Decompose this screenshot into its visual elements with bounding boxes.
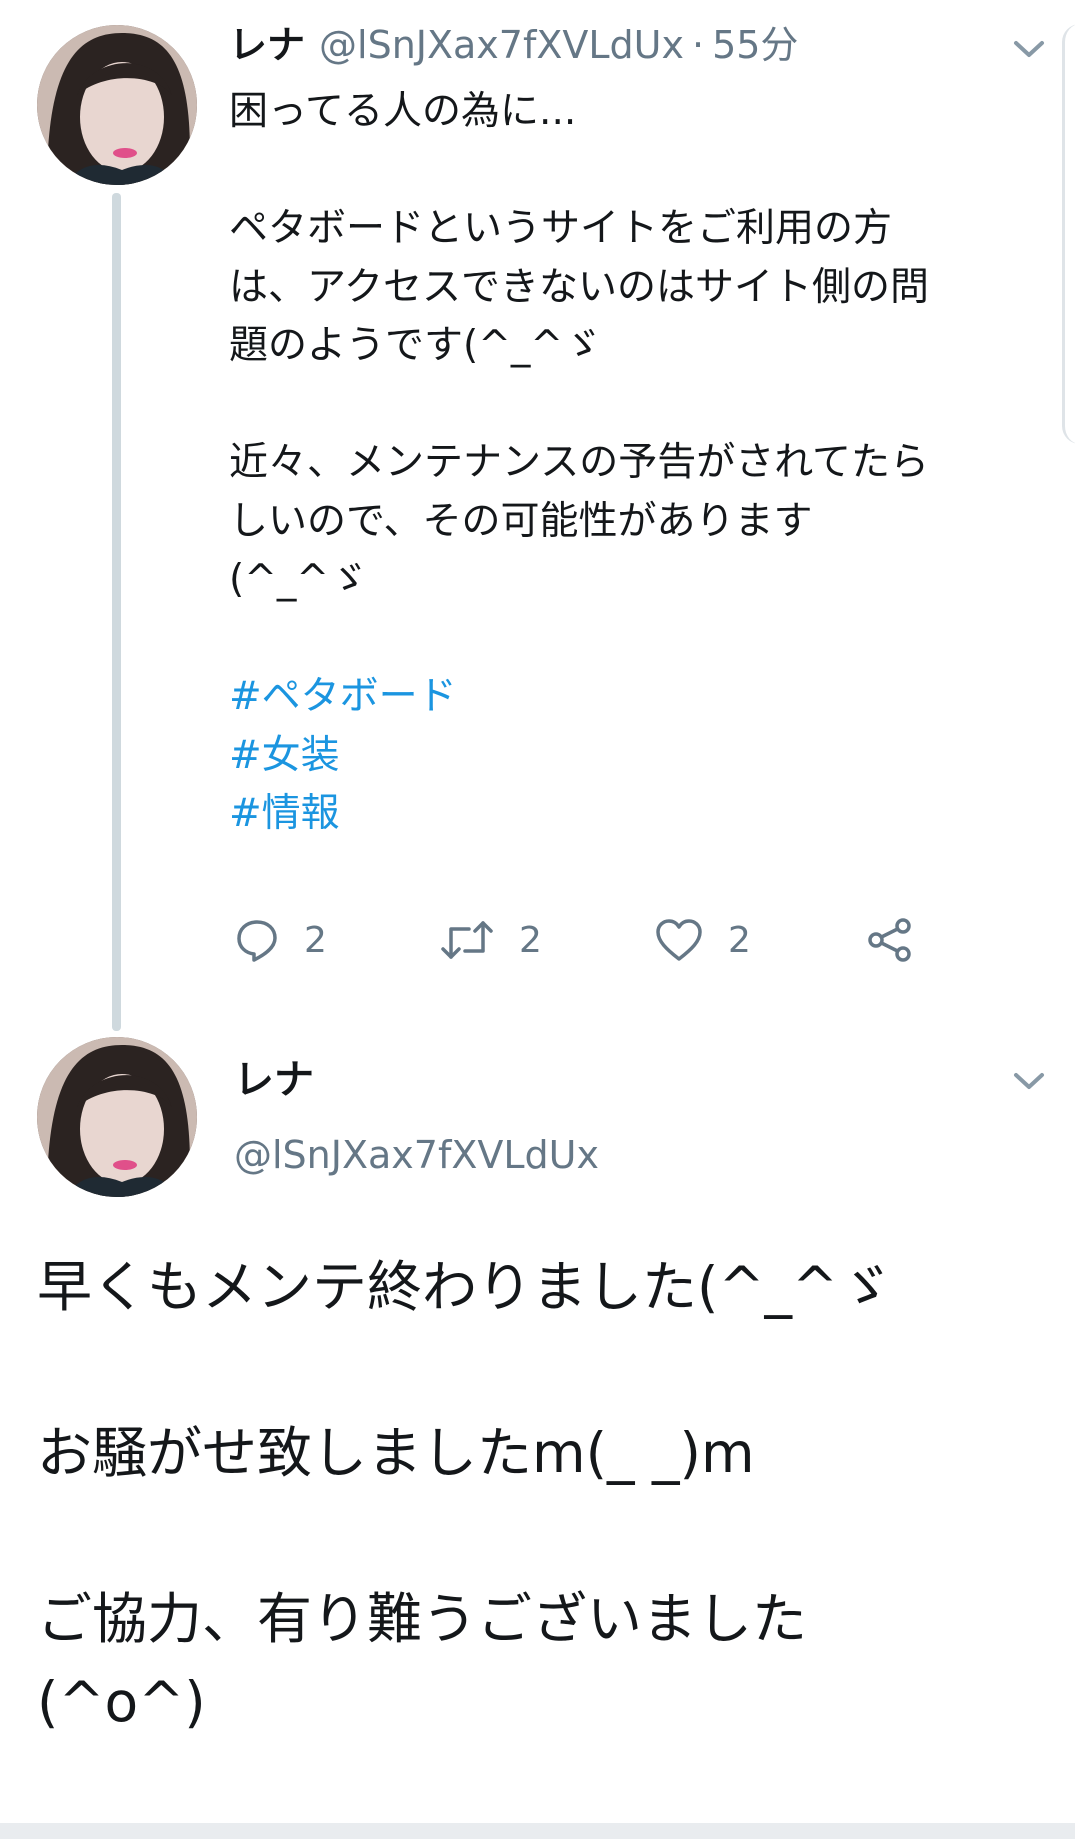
tweet-text-line: ご協力、有り難うございました — [37, 1587, 808, 1651]
retweet-button[interactable]: 2 — [439, 912, 542, 968]
display-name[interactable]: レナ — [229, 20, 305, 70]
reply-button[interactable]: 2 — [234, 912, 327, 968]
display-name[interactable]: レナ — [234, 1055, 314, 1105]
chevron-down-icon[interactable] — [1012, 38, 1046, 60]
tweet-text-line: 近々、メンテナンスの予告がされてたら — [229, 440, 930, 485]
scrollbar[interactable] — [1062, 24, 1075, 444]
timestamp[interactable]: 55分 — [712, 20, 798, 70]
avatar[interactable] — [37, 25, 197, 185]
separator-dot: · — [691, 23, 705, 67]
avatar[interactable] — [37, 1037, 197, 1197]
hashtag-link[interactable]: #女装 — [229, 727, 1029, 786]
retweet-count: 2 — [519, 919, 542, 961]
tweet-text-line: しいので、その可能性があります — [229, 498, 813, 544]
tweet-text-line: お騒がせ致しましたm(_ _)m — [37, 1421, 755, 1485]
tweet-text-line — [229, 142, 1029, 201]
user-handle[interactable]: @lSnJXax7fXVLdUx — [319, 20, 684, 70]
tweet-text-line: 題のようです(^_^ゞ — [229, 323, 603, 368]
tweet-text: 困ってる人の為に... ペタボードというサイトをご利用の方 は、アクセスできない… — [229, 83, 1029, 844]
tweet-text-line — [37, 1329, 1037, 1412]
tweet-actions: 2 2 2 — [229, 912, 949, 968]
tweet-text-line — [37, 1495, 1037, 1578]
chevron-down-icon[interactable] — [1012, 1070, 1046, 1092]
user-handle[interactable]: @lSnJXax7fXVLdUx — [234, 1130, 599, 1180]
divider — [0, 1823, 1075, 1839]
share-button[interactable] — [866, 912, 914, 968]
avatar-photo — [37, 25, 197, 185]
tweet-text-line: ペタボードというサイトをご利用の方 — [229, 206, 893, 251]
like-button[interactable]: 2 — [654, 912, 751, 968]
reply-count: 2 — [304, 919, 327, 961]
tweet-text-line: 早くもメンテ終わりました(^_^ゞ — [37, 1255, 894, 1319]
thread-connector — [112, 193, 121, 1031]
reply-icon — [237, 920, 277, 962]
hashtag-link[interactable]: #情報 — [229, 785, 1029, 844]
retweet-icon — [441, 921, 493, 959]
hashtag-link[interactable]: #ペタボード — [229, 668, 1029, 727]
tweet-thread: レナ @lSnJXax7fXVLdUx · 55分 困ってる人の為に... ペタ… — [0, 0, 1075, 1839]
tweet-text-line — [229, 376, 1029, 435]
avatar-photo — [37, 1037, 197, 1197]
tweet-text-line: 困ってる人の為に... — [229, 89, 577, 134]
tweet-text-line: (^o^) — [37, 1670, 206, 1734]
heart-icon — [656, 919, 702, 961]
tweet-text-line: (^_^ゞ — [229, 557, 369, 602]
tweet-text-line: は、アクセスできないのはサイト側の問 — [229, 264, 930, 310]
share-icon — [868, 918, 911, 962]
tweet-text: 早くもメンテ終わりました(^_^ゞ お騒がせ致しましたm(_ _)m ご協力、有… — [37, 1246, 1037, 1744]
tweet-text-line — [229, 610, 1029, 669]
like-count: 2 — [728, 919, 751, 961]
tweet-header: レナ @lSnJXax7fXVLdUx · 55分 — [229, 20, 798, 70]
